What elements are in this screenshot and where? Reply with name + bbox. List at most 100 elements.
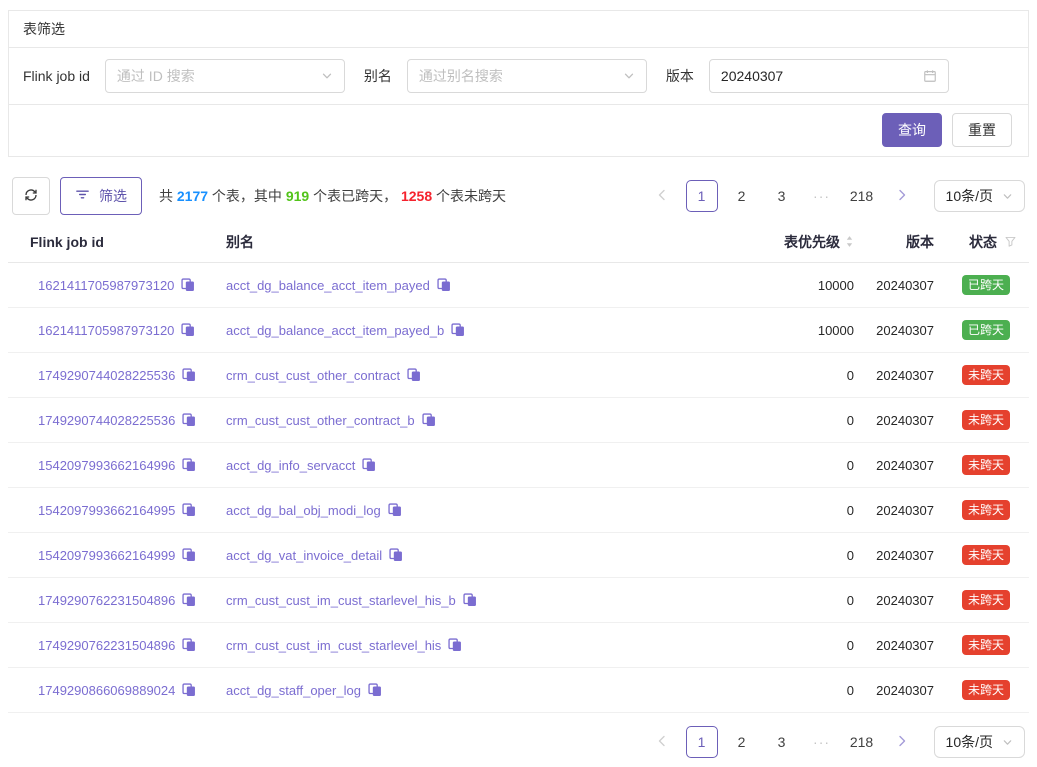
copy-icon[interactable]: [181, 323, 195, 337]
page-button-3[interactable]: 3: [766, 726, 798, 758]
job-id-link[interactable]: 1749290762231504896: [38, 638, 175, 653]
copy-icon[interactable]: [389, 548, 403, 562]
copy-icon[interactable]: [182, 638, 196, 652]
flink-job-id-label: Flink job id: [23, 68, 90, 84]
page-button-2[interactable]: 2: [726, 180, 758, 212]
sorter-icon[interactable]: [845, 234, 854, 249]
page-size-select[interactable]: 10条/页: [934, 180, 1025, 212]
reset-button[interactable]: 重置: [952, 113, 1012, 147]
refresh-button[interactable]: [12, 177, 50, 215]
job-id-cell: 1542097993662164995: [8, 503, 218, 518]
status-cell: 已跨天: [934, 275, 1029, 295]
job-id-cell: 1749290866069889024: [8, 683, 218, 698]
copy-icon[interactable]: [182, 458, 196, 472]
status-badge: 已跨天: [962, 275, 1010, 295]
alias-cell: crm_cust_cust_im_cust_starlevel_his: [218, 638, 704, 653]
job-id-link[interactable]: 1542097993662164995: [38, 503, 175, 518]
copy-icon[interactable]: [182, 683, 196, 697]
table-row: 1621411705987973120 acct_dg_balance_acct…: [8, 308, 1029, 353]
column-header-alias: 别名: [218, 232, 704, 252]
status-badge: 未跨天: [962, 455, 1010, 475]
copy-icon[interactable]: [182, 548, 196, 562]
alias-link[interactable]: crm_cust_cust_im_cust_starlevel_his: [226, 638, 441, 653]
copy-icon[interactable]: [451, 323, 465, 337]
priority-cell: 10000: [704, 323, 854, 338]
chevron-down-icon: [1002, 737, 1013, 748]
alias-link[interactable]: crm_cust_cust_other_contract_b: [226, 413, 415, 428]
copy-icon[interactable]: [368, 683, 382, 697]
job-id-link[interactable]: 1749290744028225536: [38, 368, 175, 383]
flink-job-id-select[interactable]: 通过 ID 搜索: [105, 59, 345, 93]
column-header-flink-job-id: Flink job id: [8, 234, 218, 250]
status-cell: 未跨天: [934, 635, 1029, 655]
copy-icon[interactable]: [182, 368, 196, 382]
funnel-icon[interactable]: [1004, 235, 1017, 248]
sync-icon: [23, 187, 39, 206]
page-button-1[interactable]: 1: [686, 726, 718, 758]
page-ellipsis[interactable]: ···: [806, 734, 838, 750]
copy-icon[interactable]: [182, 593, 196, 607]
table-row: 1542097993662164996 acct_dg_info_servacc…: [8, 443, 1029, 488]
status-cell: 未跨天: [934, 680, 1029, 700]
pagination-bottom: 1 2 3 ··· 218 10条/页: [646, 726, 1025, 758]
job-id-link[interactable]: 1621411705987973120: [38, 323, 174, 338]
query-button[interactable]: 查询: [882, 113, 942, 147]
job-id-link[interactable]: 1542097993662164996: [38, 458, 175, 473]
copy-icon[interactable]: [362, 458, 376, 472]
copy-icon[interactable]: [407, 368, 421, 382]
job-id-link[interactable]: 1749290866069889024: [38, 683, 175, 698]
copy-icon[interactable]: [388, 503, 402, 517]
copy-icon[interactable]: [437, 278, 451, 292]
job-id-link[interactable]: 1542097993662164999: [38, 548, 175, 563]
status-badge: 未跨天: [962, 590, 1010, 610]
page-button-1[interactable]: 1: [686, 180, 718, 212]
page-ellipsis[interactable]: ···: [806, 188, 838, 204]
priority-cell: 0: [704, 683, 854, 698]
prev-page-button[interactable]: [646, 726, 678, 758]
page-button-2[interactable]: 2: [726, 726, 758, 758]
page-button-3[interactable]: 3: [766, 180, 798, 212]
alias-link[interactable]: acct_dg_info_servacct: [226, 458, 355, 473]
next-page-button[interactable]: [886, 180, 918, 212]
copy-icon[interactable]: [182, 503, 196, 517]
prev-page-button[interactable]: [646, 180, 678, 212]
alias-link[interactable]: acct_dg_staff_oper_log: [226, 683, 361, 698]
copy-icon[interactable]: [448, 638, 462, 652]
column-header-priority[interactable]: 表优先级: [704, 232, 854, 252]
table-row: 1542097993662164995 acct_dg_bal_obj_modi…: [8, 488, 1029, 533]
job-id-link[interactable]: 1621411705987973120: [38, 278, 174, 293]
table-header-row: Flink job id 别名 表优先级 版本 状态: [8, 221, 1029, 263]
alias-link[interactable]: acct_dg_balance_acct_item_payed_b: [226, 323, 444, 338]
next-page-button[interactable]: [886, 726, 918, 758]
calendar-icon: [923, 69, 937, 83]
copy-icon[interactable]: [463, 593, 477, 607]
filter-actions-row: 查询 重置: [9, 105, 1028, 156]
version-date-input[interactable]: 20240307: [709, 59, 949, 93]
chevron-right-icon: [897, 188, 907, 204]
alias-link[interactable]: crm_cust_cust_other_contract: [226, 368, 400, 383]
filter-button[interactable]: 筛选: [60, 177, 142, 215]
alias-link[interactable]: acct_dg_vat_invoice_detail: [226, 548, 382, 563]
job-id-cell: 1542097993662164999: [8, 548, 218, 563]
chevron-down-icon: [623, 70, 635, 82]
copy-icon[interactable]: [422, 413, 436, 427]
alias-cell: crm_cust_cust_im_cust_starlevel_his_b: [218, 593, 704, 608]
field-alias: 别名 通过别名搜索: [364, 59, 647, 93]
job-id-link[interactable]: 1749290744028225536: [38, 413, 175, 428]
alias-link[interactable]: crm_cust_cust_im_cust_starlevel_his_b: [226, 593, 456, 608]
page-size-select[interactable]: 10条/页: [934, 726, 1025, 758]
priority-cell: 0: [704, 638, 854, 653]
alias-select[interactable]: 通过别名搜索: [407, 59, 647, 93]
alias-link[interactable]: acct_dg_bal_obj_modi_log: [226, 503, 381, 518]
copy-icon[interactable]: [181, 278, 195, 292]
alias-cell: acct_dg_vat_invoice_detail: [218, 548, 704, 563]
page-button-last[interactable]: 218: [846, 180, 878, 212]
alias-link[interactable]: acct_dg_balance_acct_item_payed: [226, 278, 430, 293]
job-id-link[interactable]: 1749290762231504896: [38, 593, 175, 608]
job-id-cell: 1621411705987973120: [8, 278, 218, 293]
priority-cell: 0: [704, 458, 854, 473]
page-button-last[interactable]: 218: [846, 726, 878, 758]
job-id-cell: 1749290762231504896: [8, 638, 218, 653]
alias-placeholder: 通过别名搜索: [419, 66, 503, 86]
copy-icon[interactable]: [182, 413, 196, 427]
